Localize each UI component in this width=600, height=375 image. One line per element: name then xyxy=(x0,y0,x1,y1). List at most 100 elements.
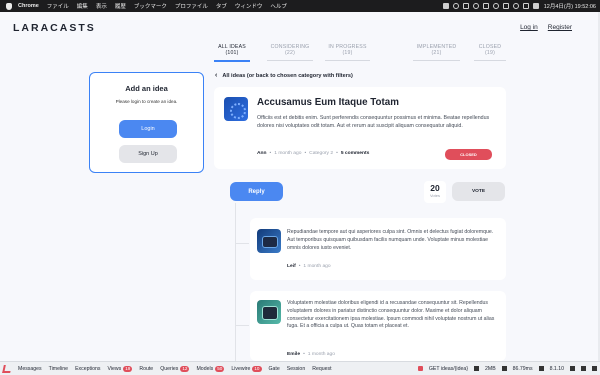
commenter-avatar-icon[interactable] xyxy=(257,229,281,253)
record-icon[interactable] xyxy=(452,3,459,9)
comment-text: Repudiandae tempore aut qui asperiores c… xyxy=(287,229,494,251)
display-icon[interactable] xyxy=(462,3,469,9)
debug-tab-label: Request xyxy=(312,365,332,372)
debug-route[interactable]: GET ideas/{idea} xyxy=(429,366,468,372)
debug-bar: Messages Timeline Exceptions Views 19 Rou… xyxy=(0,361,600,375)
tab-closed[interactable]: CLOSED (19) xyxy=(474,44,506,61)
back-link[interactable]: ‹ All ideas (or back to chosen category … xyxy=(215,72,353,79)
back-link-label: All ideas (or back to chosen category wi… xyxy=(222,72,353,79)
apple-icon[interactable] xyxy=(6,2,12,10)
debug-badge: 10 xyxy=(252,365,262,372)
menu-history[interactable]: 履歴 xyxy=(115,2,126,10)
idea-category: Category 2 xyxy=(309,151,334,156)
comment-author: Leif xyxy=(287,264,296,269)
tab-in-progress[interactable]: IN PROGRESS (19) xyxy=(325,44,370,61)
comment-time: 1 month ago xyxy=(307,352,335,357)
debug-tab-messages[interactable]: Messages xyxy=(18,366,42,372)
idea-comments-count: 5 comments xyxy=(340,151,370,156)
comment-time: 1 month ago xyxy=(303,264,331,269)
timeline-connector xyxy=(236,243,249,244)
login-link[interactable]: Log in xyxy=(520,24,538,31)
tab-all-ideas[interactable]: ALL IDEAS (101) xyxy=(214,44,250,62)
debug-tab-label: Exceptions xyxy=(75,365,101,372)
debug-tab-livewire[interactable]: Livewire 10 xyxy=(231,365,262,372)
add-idea-card: Add an idea Please login to create an id… xyxy=(89,72,204,173)
idea-author: Ann xyxy=(257,151,267,156)
bluetooth-icon[interactable] xyxy=(492,3,499,9)
battery-icon[interactable] xyxy=(502,3,509,9)
meta-separator: • xyxy=(304,151,307,156)
signup-button[interactable]: Sign Up xyxy=(119,145,177,163)
idea-meta: Ann • 1 month ago • Category 2 • 5 comme… xyxy=(257,151,369,156)
clock-icon xyxy=(501,366,507,371)
debug-tab-label: Session xyxy=(286,365,306,372)
auth-links: Log in Register xyxy=(520,24,572,31)
search-icon[interactable] xyxy=(522,3,529,9)
votes-count: 20 xyxy=(430,183,440,193)
close-icon[interactable] xyxy=(592,366,597,371)
debug-tab-label: Livewire xyxy=(231,365,251,372)
chevron-left-icon: ‹ xyxy=(215,72,218,79)
debug-tab-label: Models xyxy=(196,365,214,372)
comment-meta: Emile • 1 month ago xyxy=(287,352,335,357)
accessibility-icon[interactable] xyxy=(482,3,489,9)
menu-window[interactable]: ウィンドウ xyxy=(235,2,263,10)
debug-tab-gate[interactable]: Gate xyxy=(269,366,280,372)
debug-tab-route[interactable]: Route xyxy=(139,366,153,372)
menu-bookmarks[interactable]: ブックマーク xyxy=(134,2,167,10)
meta-separator: • xyxy=(298,264,301,269)
tab-considering[interactable]: CONSIDERING (22) xyxy=(267,44,313,61)
debug-tab-queries[interactable]: Queries 12 xyxy=(160,365,190,372)
debug-tab-label: Views xyxy=(107,365,122,372)
debug-tab-label: Gate xyxy=(268,365,280,372)
menu-file[interactable]: ファイル xyxy=(47,2,69,10)
menu-app-name[interactable]: Chrome xyxy=(18,3,39,9)
debug-tab-views[interactable]: Views 19 xyxy=(107,365,133,372)
debug-tab-timeline[interactable]: Timeline xyxy=(49,366,68,372)
vote-button[interactable]: VOTE xyxy=(452,182,505,201)
debug-time: 86.79ms xyxy=(512,365,533,372)
minimize-icon[interactable] xyxy=(581,366,586,371)
comment-text: Voluptatem molestiae doloribus eligendi … xyxy=(287,300,495,330)
debug-tab-models[interactable]: Models 50 xyxy=(196,365,225,372)
idea-title: Accusamus Eum Itaque Totam xyxy=(257,97,399,108)
debug-tab-request[interactable]: Request xyxy=(312,366,331,372)
tab-implemented[interactable]: IMPLEMENTED (21) xyxy=(413,44,460,61)
add-idea-subtitle: Please login to create an idea. xyxy=(115,99,178,104)
meta-separator: • xyxy=(303,352,305,357)
commenter-avatar-icon[interactable] xyxy=(257,300,281,324)
debug-badge: 50 xyxy=(215,365,225,372)
timer-icon[interactable] xyxy=(472,3,479,9)
debug-status: GET ideas/{idea} 2MB 86.79ms 8.1.10 xyxy=(417,362,597,375)
wifi-icon[interactable] xyxy=(512,3,519,9)
debug-version: 8.1.10 xyxy=(549,365,564,372)
idea-card: Accusamus Eum Itaque Totam Officiis est … xyxy=(214,87,506,169)
debug-badge: 19 xyxy=(123,365,133,372)
register-link[interactable]: Register xyxy=(548,24,572,31)
meta-separator: • xyxy=(336,151,338,156)
clock[interactable]: 12月4日(月) 19:52:06 xyxy=(544,2,596,10)
folder-icon[interactable] xyxy=(570,366,575,371)
memory-icon xyxy=(473,366,479,371)
reply-button[interactable]: Reply xyxy=(230,182,283,201)
login-button[interactable]: Login xyxy=(119,120,177,138)
timeline-connector xyxy=(236,325,249,326)
route-icon xyxy=(417,366,423,371)
camera-icon[interactable] xyxy=(442,3,449,9)
debug-tab-label: Queries xyxy=(160,365,179,372)
comment-card: Repudiandae tempore aut qui asperiores c… xyxy=(250,218,506,280)
menu-profile[interactable]: プロファイル xyxy=(175,2,208,10)
comments-timeline xyxy=(235,203,236,363)
menu-help[interactable]: ヘルプ xyxy=(270,2,287,10)
debug-tab-session[interactable]: Session xyxy=(287,366,305,372)
menu-view[interactable]: 表示 xyxy=(96,2,107,10)
debugbar-logo-icon[interactable] xyxy=(2,364,12,373)
debug-tab-exceptions[interactable]: Exceptions xyxy=(75,366,100,372)
menu-tab[interactable]: タブ xyxy=(216,2,227,10)
user-avatar-icon[interactable] xyxy=(224,97,248,121)
menu-edit[interactable]: 編集 xyxy=(77,2,88,10)
site-logo[interactable]: LARACASTS xyxy=(13,22,96,34)
control-center-icon[interactable] xyxy=(532,3,539,9)
comment-meta: Leif • 1 month ago xyxy=(287,264,331,269)
status-area: 12月4日(月) 19:52:06 xyxy=(439,0,596,12)
